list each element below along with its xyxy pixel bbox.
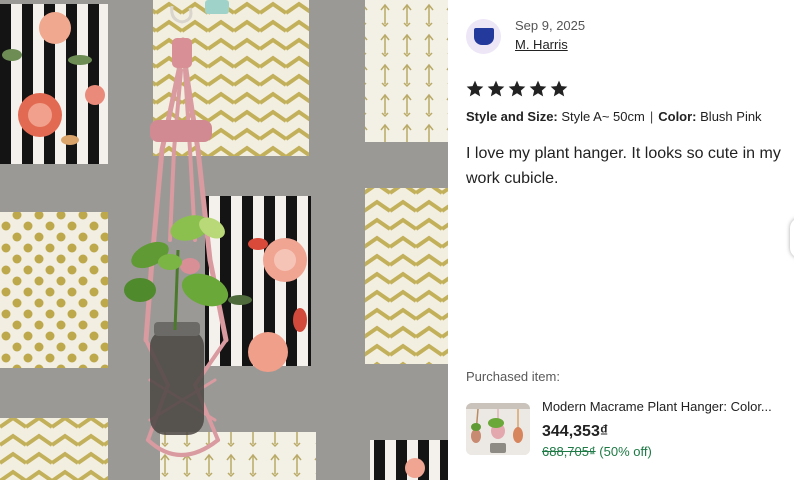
color-value: Blush Pink xyxy=(700,109,762,124)
star-icon xyxy=(508,80,526,97)
style-value: Style A~ 50cm xyxy=(561,109,645,124)
review-photo-image xyxy=(0,0,448,480)
original-price: 688,705₫ xyxy=(542,444,596,459)
discount-badge: (50% off) xyxy=(599,444,652,459)
purchased-item-label: Purchased item: xyxy=(466,369,560,384)
star-icon xyxy=(550,80,568,97)
purchased-item-title-link[interactable]: Modern Macrame Plant Hanger: Color... xyxy=(542,399,794,414)
product-thumbnail-image xyxy=(466,403,530,455)
style-label: Style and Size: xyxy=(466,109,558,124)
review-panel: Sep 9, 2025 M. Harris Style and Size: St… xyxy=(448,0,794,480)
review-date: Sep 9, 2025 xyxy=(515,18,586,33)
review-text: I love my plant hanger. It looks so cute… xyxy=(466,145,781,187)
reviewer-avatar[interactable] xyxy=(466,19,501,54)
review-photo[interactable] xyxy=(0,0,448,480)
star-rating xyxy=(465,79,569,99)
reviewer-name-link[interactable]: M. Harris xyxy=(515,37,568,52)
purchased-item-original-price: 688,705₫ (50% off) xyxy=(542,444,652,459)
star-icon xyxy=(487,80,505,97)
variation-details: Style and Size: Style A~ 50cm | Color: Blu… xyxy=(466,109,762,124)
color-label: Color: xyxy=(658,109,697,124)
next-arrow-button[interactable] xyxy=(790,218,794,258)
purchased-item-price: 344,353₫ xyxy=(542,423,609,440)
star-icon xyxy=(466,80,484,97)
purchased-item-thumbnail[interactable] xyxy=(466,403,530,455)
separator: | xyxy=(649,109,654,124)
star-icon xyxy=(529,80,547,97)
pot-icon xyxy=(473,28,494,45)
